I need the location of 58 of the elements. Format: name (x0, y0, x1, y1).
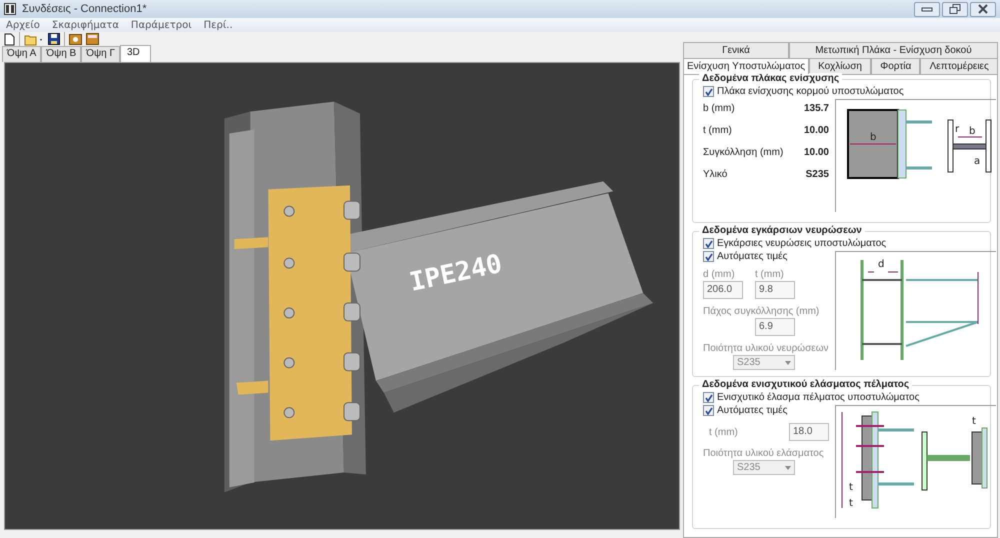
field-value: 10.00 (804, 125, 829, 136)
field-label: Ποιότητα υλικού νευρώσεων (703, 343, 829, 354)
menu-item[interactable]: Παράμετροι (130, 20, 192, 30)
dimension-label: t (849, 482, 853, 493)
caret-icon (785, 360, 791, 364)
view-tab[interactable]: Όψη Β (41, 46, 82, 62)
panel-tab[interactable]: Λεπτομέρειες (920, 58, 998, 74)
checkbox[interactable]: Πλάκα ενίσχυσης κορμού υποστυλώματος (703, 86, 982, 97)
beam-label: IPE240 (407, 249, 505, 298)
menu-item[interactable]: Περί.. (204, 20, 233, 30)
field-label: t (mm) (709, 426, 738, 438)
menu-item[interactable]: Αρχείο (6, 20, 40, 30)
field-label: Πάχος συγκόλλησης (mm) (703, 306, 820, 317)
dimension-label: r (955, 124, 960, 135)
checkbox[interactable]: Αυτόματες τιμές (703, 405, 829, 416)
minimize-button[interactable] (914, 2, 940, 16)
field-value: 135.7 (804, 103, 829, 114)
group-title: Δεδομένα πλάκας ενίσχυσης (699, 73, 842, 84)
group-title: Δεδομένα ενισχυτικού ελάσματος πέλματος (699, 379, 912, 390)
field-label: t (mm) (703, 125, 732, 136)
dimension-label: b (969, 126, 976, 137)
field-label: t (mm) (755, 269, 785, 280)
save-icon[interactable] (48, 33, 60, 45)
checkbox[interactable]: Αυτόματες τιμές (703, 251, 829, 262)
field-label: Υλικό (703, 169, 728, 180)
field-value: S235 (806, 169, 829, 180)
dimension-label: t (972, 416, 976, 427)
app-icon (4, 3, 16, 15)
minimize-icon (921, 5, 933, 13)
caret-icon (785, 466, 791, 470)
panel-tab[interactable]: Φορτία (871, 58, 920, 74)
menu-item[interactable]: Σκαριφήματα (52, 20, 119, 30)
field-label: b (mm) (703, 103, 735, 114)
dimension-label: t (849, 498, 853, 509)
field-label: d (mm) (703, 269, 736, 280)
restore-icon (949, 4, 961, 14)
window-title: Συνδέσεις - Connection1* (22, 3, 148, 15)
restore-button[interactable] (942, 2, 968, 16)
group-title: Δεδομένα εγκάρσιων νευρώσεων (699, 225, 865, 236)
close-icon (977, 4, 989, 14)
field-label: Ποιότητα υλικού ελάσματος (703, 448, 824, 459)
checkbox[interactable]: Εγκάρσιες νευρώσεις υποστυλώματος (703, 238, 982, 249)
field-label: Συγκόλληση (mm) (703, 147, 784, 158)
dimension-label: a (974, 156, 980, 167)
new-file-icon[interactable] (4, 32, 15, 46)
view-tab[interactable]: Όψη Γ (81, 46, 120, 62)
checkmark-icon (704, 88, 712, 96)
close-button[interactable] (970, 2, 996, 16)
panel-tab[interactable]: Μετωπική Πλάκα - Ενίσχυση δοκού (789, 42, 998, 58)
dimension-label: d (878, 259, 884, 270)
panel-tab[interactable]: Γενικά (683, 42, 789, 58)
checkbox[interactable]: Ενισχυτικό έλασμα πέλματος υποστυλώματος (703, 392, 982, 403)
dimension-label: b (870, 132, 876, 143)
panel-tab[interactable]: Κοχλίωση (809, 58, 872, 74)
panel-tab[interactable]: Ενίσχυση Υποστυλώματος (683, 58, 809, 74)
view-tab[interactable]: 3D (120, 45, 151, 62)
field-value: 10.00 (804, 147, 829, 158)
view-tab[interactable]: Όψη Α (2, 46, 42, 62)
